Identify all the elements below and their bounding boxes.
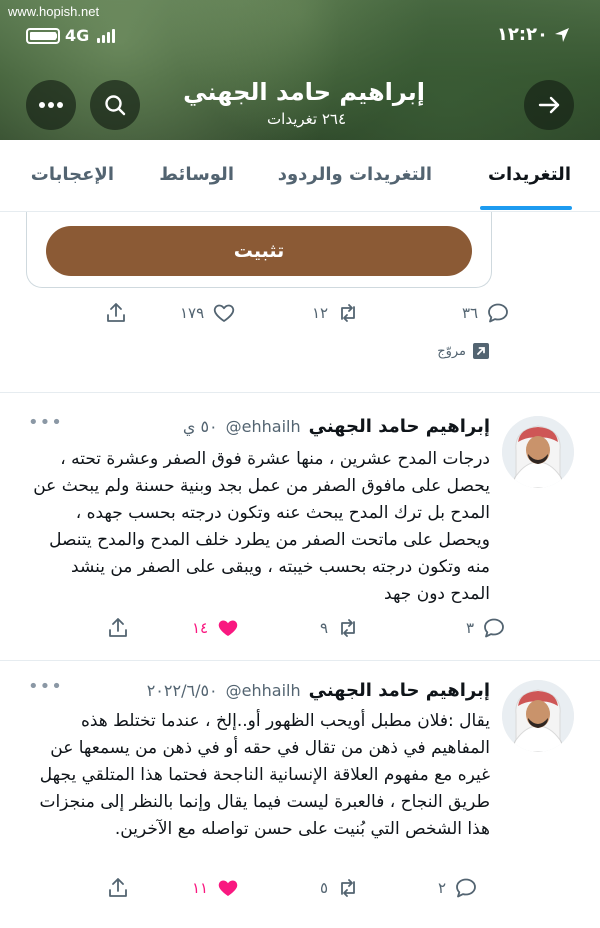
promoted-text: مروّج (437, 343, 466, 359)
tweet-time[interactable]: ٥٠ ي (183, 417, 218, 436)
tab-tweets-replies[interactable]: التغريدات والردود (278, 164, 432, 185)
reply-icon (456, 878, 476, 898)
tweet-text: درجات المدح عشرين ، منها عشرة فوق الصفر … (33, 449, 490, 604)
profile-tabs: التغريدات التغريدات والردود الوسائط الإع… (0, 140, 600, 212)
tweet-header: إبراهيم حامد الجهني @ehhailh ٢٠٢٢/٦/٥٠ (147, 680, 490, 701)
share-action[interactable] (106, 616, 130, 640)
tweet-more-icon[interactable]: ••• (28, 676, 63, 697)
retweet-action[interactable]: ٩ (320, 616, 360, 640)
battery-icon (26, 27, 60, 44)
heart-icon (214, 304, 235, 322)
share-action[interactable] (106, 876, 130, 900)
share-icon (109, 878, 127, 897)
reply-icon (484, 618, 504, 638)
status-time: ١٢:٢٠ (497, 24, 570, 45)
avatar[interactable] (502, 416, 574, 488)
search-icon (105, 95, 126, 116)
author-handle[interactable]: @ehhailh (226, 681, 301, 700)
retweet-count: ١٢ (312, 304, 329, 322)
retweet-icon (341, 879, 355, 897)
back-arrow-icon (538, 96, 560, 114)
like-action[interactable]: ١٧٩ (180, 301, 236, 325)
network-label: 4G (65, 26, 90, 45)
profile-header: www.hopish.net 4G ١٢:٢٠ إبراهيم حامد الج (0, 0, 600, 140)
divider (0, 392, 600, 393)
like-count: ١٧٩ (180, 304, 205, 322)
avatar-image (502, 416, 574, 488)
reply-icon (488, 303, 509, 323)
author-handle[interactable]: @ehhailh (226, 417, 301, 436)
like-action[interactable]: ١١ (192, 876, 240, 900)
back-button[interactable] (524, 80, 574, 130)
watermark: www.hopish.net (8, 4, 100, 19)
like-count: ١٤ (192, 619, 209, 637)
tweet-count: ٢٦٤ تغريدات (267, 110, 346, 128)
heart-filled-icon (218, 880, 238, 896)
promoted-label: مروّج (437, 342, 490, 360)
retweet-action[interactable]: ١٢ (312, 301, 360, 325)
retweet-count: ٥ (320, 879, 329, 897)
avatar-image (502, 680, 574, 752)
like-count: ١١ (192, 879, 209, 897)
retweet-action[interactable]: ٥ (320, 876, 360, 900)
share-icon (107, 303, 125, 322)
location-arrow-icon (555, 27, 569, 42)
status-bar-left: 4G (26, 26, 116, 45)
like-action[interactable]: ١٤ (192, 616, 240, 640)
tweet-header: إبراهيم حامد الجهني @ehhailh ٥٠ ي (183, 416, 490, 437)
retweet-count: ٩ (320, 619, 329, 637)
reply-count: ٣٦ (462, 304, 479, 322)
tab-likes[interactable]: الإعجابات (31, 164, 114, 185)
retweet-icon (341, 304, 356, 322)
pin-button[interactable]: تثبيت (46, 226, 472, 276)
more-button[interactable] (26, 80, 76, 130)
reply-count: ٣ (466, 619, 475, 637)
tab-tweets[interactable]: التغريدات (488, 164, 571, 185)
reply-action[interactable]: ٣٦ (462, 301, 510, 325)
tweet-text: يقال :فلان مطبل أويحب الظهور أو..إلخ ، ع… (39, 711, 490, 839)
clock-text: ١٢:٢٠ (496, 24, 548, 45)
share-action[interactable] (104, 301, 128, 325)
avatar[interactable] (502, 680, 574, 752)
reply-action[interactable]: ٣ (466, 616, 506, 640)
active-tab-indicator (480, 206, 572, 210)
profile-name: إبراهيم حامد الجهني (183, 78, 425, 106)
search-button[interactable] (90, 80, 140, 130)
promoted-icon (473, 343, 489, 359)
tweet-more-icon[interactable]: ••• (28, 412, 63, 433)
more-icon (39, 102, 63, 108)
tweet-time[interactable]: ٢٠٢٢/٦/٥٠ (147, 681, 218, 700)
share-icon (109, 618, 127, 637)
reply-count: ٢ (438, 879, 447, 897)
retweet-icon (341, 619, 355, 637)
author-name[interactable]: إبراهيم حامد الجهني (309, 416, 490, 437)
author-name[interactable]: إبراهيم حامد الجهني (309, 680, 490, 701)
tab-media[interactable]: الوسائط (159, 164, 234, 185)
reply-action[interactable]: ٢ (438, 876, 478, 900)
heart-filled-icon (218, 620, 238, 636)
signal-icon (97, 28, 116, 43)
divider (0, 660, 600, 661)
